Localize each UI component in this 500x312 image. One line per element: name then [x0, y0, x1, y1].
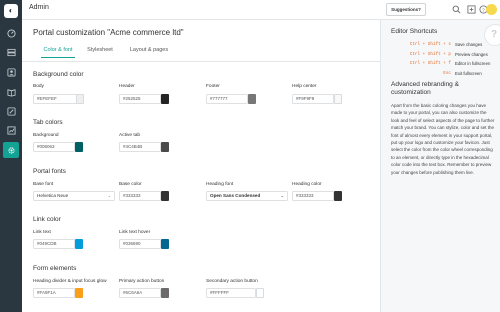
body-color-input[interactable]: #EFEFEF — [33, 94, 77, 104]
contact-card-icon[interactable] — [5, 66, 17, 78]
tab-stylesheet[interactable]: Stylesheet — [85, 43, 115, 58]
link-hover-color-input[interactable]: #036690 — [119, 239, 161, 249]
shortcut-desc: Exit fullscreen — [455, 71, 482, 76]
pencil-icon[interactable] — [5, 105, 17, 117]
suggestions-button[interactable]: Suggestions? — [386, 3, 426, 16]
heading-color-input[interactable]: #333333 — [292, 191, 334, 201]
chevron-down-icon: ⌄ — [280, 193, 284, 198]
help-center-color-swatch[interactable] — [334, 94, 342, 104]
shortcut-desc: Preview changes — [455, 52, 488, 57]
active-tab-color-swatch[interactable] — [161, 142, 169, 152]
active-tab-color-input[interactable]: #4C4B4B — [119, 142, 161, 152]
secondary-button-color-input[interactable]: #FFFFFF — [206, 288, 256, 298]
avatar[interactable] — [486, 4, 497, 15]
shortcut-desc: Save changes — [455, 42, 483, 47]
footer-color-input[interactable]: #777777 — [206, 94, 248, 104]
field-label-footer: Footer — [206, 84, 220, 89]
help-panel: Editor Shortcuts Ctrl + Shift + s Save c… — [381, 20, 500, 312]
field-label-help-center: Help center — [292, 84, 317, 89]
search-icon[interactable] — [451, 4, 462, 15]
base-font-value: Helvetica Neue — [37, 193, 69, 198]
main-content: Portal customization "Acme commerce ltd"… — [22, 20, 381, 312]
header-color-input[interactable]: #252525 — [119, 94, 161, 104]
field-label-tab-background: Background — [33, 133, 59, 138]
secondary-button-color-swatch[interactable] — [256, 288, 264, 298]
base-color-swatch[interactable] — [161, 191, 169, 201]
field-label-body: Body — [33, 84, 44, 89]
link-text-color-input[interactable]: #049CDB — [33, 239, 75, 249]
section-title-background: Background color — [33, 71, 84, 78]
page-title: Portal customization "Acme commerce ltd" — [33, 28, 184, 37]
help-fab-icon[interactable]: ? — [484, 24, 500, 46]
section-title-fonts: Portal fonts — [33, 168, 66, 175]
base-color-input[interactable]: #333333 — [119, 191, 161, 201]
field-label-base-color: Base color — [119, 182, 142, 187]
shortcut-keys: Esc — [443, 71, 451, 76]
primary-button-color-input[interactable]: #6C6A6A — [119, 288, 161, 298]
zendesk-logo-icon[interactable]: ◐ — [4, 4, 18, 18]
field-label-primary-button: Primary action button — [119, 279, 165, 284]
footer-color-swatch[interactable] — [248, 94, 256, 104]
server-icon[interactable] — [5, 46, 17, 58]
field-label-base-font: Base font — [33, 182, 54, 187]
field-label-heading-divider: Heading divider & input focus glow — [33, 279, 107, 284]
link-text-color-swatch[interactable] — [75, 239, 83, 249]
tab-background-color-input[interactable]: #006063 — [33, 142, 75, 152]
tab-divider — [22, 61, 381, 62]
field-label-link-text: Link text — [33, 230, 51, 235]
section-title-link: Link color — [33, 216, 61, 223]
link-hover-color-swatch[interactable] — [161, 239, 169, 249]
body-color-swatch[interactable] — [76, 94, 84, 104]
primary-button-color-swatch[interactable] — [161, 288, 169, 298]
heading-divider-color-input[interactable]: #FA9F1A — [33, 288, 75, 298]
field-label-heading-font: Heading font — [206, 182, 234, 187]
tab-layout-pages[interactable]: Layout & pages — [127, 43, 171, 58]
tab-background-color-swatch[interactable] — [75, 142, 83, 152]
gear-icon[interactable] — [3, 142, 19, 158]
field-label-heading-color: Heading color — [292, 182, 322, 187]
heading-color-swatch[interactable] — [334, 191, 342, 201]
heading-font-value: Open Sans Condensed — [210, 193, 261, 198]
base-font-select[interactable]: Helvetica Neue ⌄ — [33, 191, 115, 201]
page-header-title: Admin — [29, 4, 49, 11]
field-label-secondary-button: Secondary action button — [206, 279, 258, 284]
svg-text:?: ? — [482, 7, 485, 12]
rebrand-title: Advanced rebranding & customization — [391, 81, 459, 96]
top-header: Admin — [22, 0, 500, 20]
help-center-color-input[interactable]: #F9F9F9 — [292, 94, 334, 104]
field-label-header: Header — [119, 84, 135, 89]
left-sidebar: ◐ — [0, 0, 22, 312]
new-ticket-icon[interactable] — [466, 4, 477, 15]
gauge-icon[interactable] — [5, 27, 17, 39]
shortcut-keys: Ctrl + Shift + p — [409, 52, 451, 57]
shortcut-desc: Editor in fullscreen — [455, 61, 491, 66]
book-icon[interactable] — [5, 86, 17, 98]
shortcut-keys: Ctrl + Shift + f — [409, 61, 451, 66]
chevron-down-icon: ⌄ — [107, 193, 111, 198]
section-title-tab: Tab colors — [33, 119, 63, 126]
chart-icon[interactable] — [5, 124, 17, 136]
field-label-link-hover: Link text hover — [119, 230, 151, 235]
field-label-active-tab: Active tab — [119, 133, 141, 138]
tab-color-font[interactable]: Color & font — [41, 43, 75, 58]
heading-divider-color-swatch[interactable] — [75, 288, 83, 298]
header-color-swatch[interactable] — [161, 94, 169, 104]
rebrand-body-text: Apart from the basic coloring changes yo… — [391, 103, 495, 175]
heading-font-select[interactable]: Open Sans Condensed ⌄ — [206, 191, 288, 201]
section-title-form: Form elements — [33, 265, 77, 272]
shortcut-keys: Ctrl + Shift + s — [409, 42, 451, 47]
shortcuts-title: Editor Shortcuts — [391, 28, 438, 35]
